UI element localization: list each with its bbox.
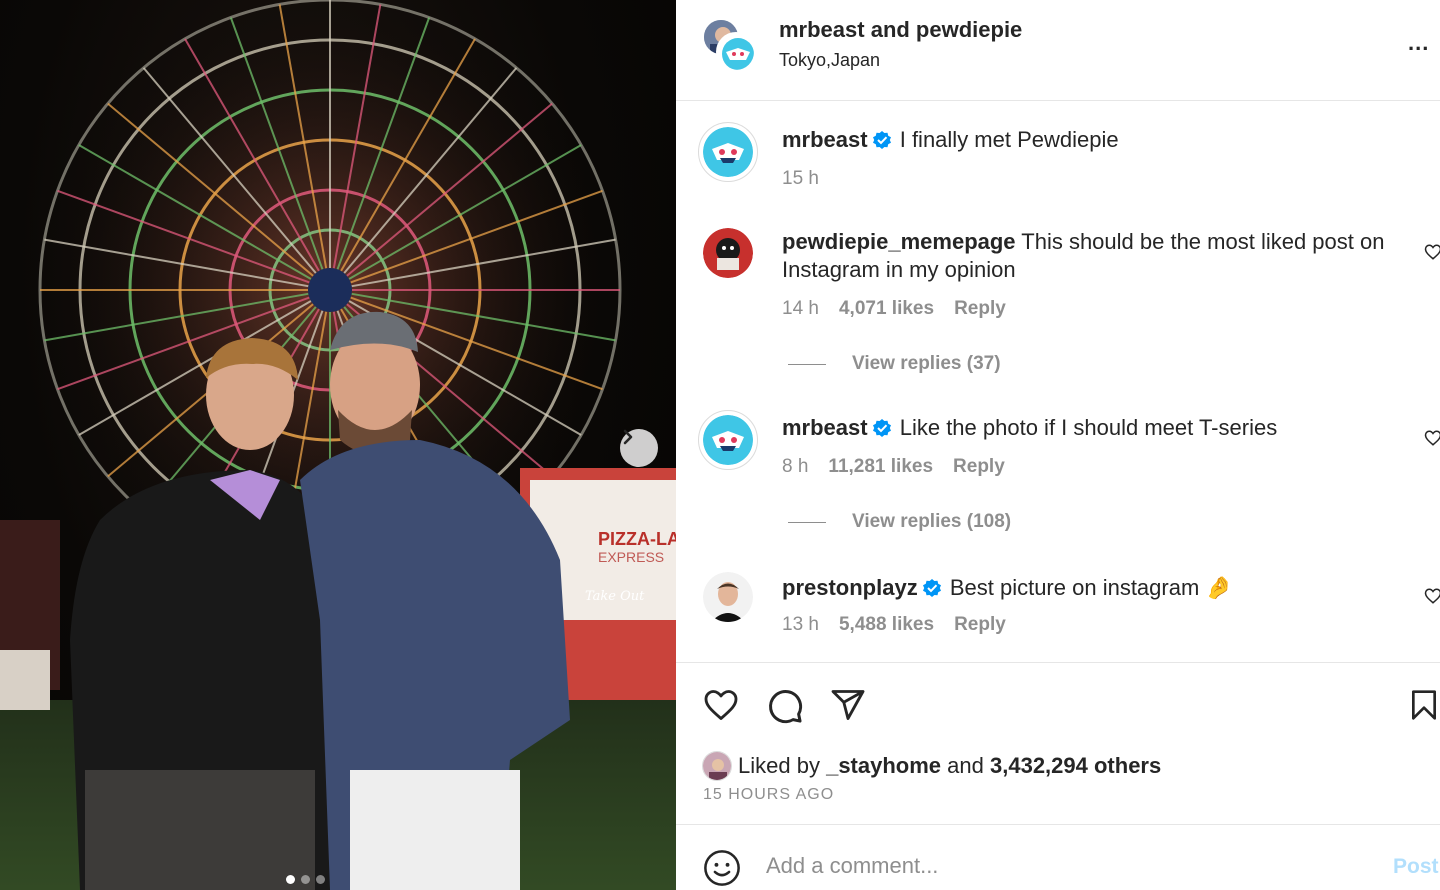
view-replies-label: View replies (108) xyxy=(852,511,1012,532)
photo-scene: PIZZA-LA EXPRESS Take Out xyxy=(0,0,676,890)
comment-likes[interactable]: 4,071 likes xyxy=(839,298,934,320)
carousel-dot[interactable] xyxy=(316,875,325,884)
post-title[interactable]: mrbeast and pewdiepie xyxy=(779,17,1022,43)
caption-username[interactable]: mrbeast xyxy=(782,127,868,152)
sign-text: PIZZA-LA xyxy=(598,529,676,549)
comment-likes[interactable]: 5,488 likes xyxy=(839,614,934,636)
verified-icon xyxy=(872,419,891,437)
comment-text-block: prestonplayz Best picture on instagram 🤌 xyxy=(782,574,1392,602)
view-replies-button[interactable]: View replies (108) xyxy=(788,511,1011,533)
comment-username[interactable]: pewdiepie_memepage xyxy=(782,229,1016,254)
bookmark-icon[interactable] xyxy=(1408,687,1440,723)
avatar[interactable] xyxy=(698,122,758,182)
comment-input[interactable] xyxy=(766,853,1366,879)
liked-by-user[interactable]: _stayhome xyxy=(826,753,941,779)
comment-item: prestonplayz Best picture on instagram 🤌… xyxy=(676,572,1440,652)
verified-icon xyxy=(872,131,891,149)
post-location[interactable]: Tokyo,Japan xyxy=(779,50,880,71)
comment-meta: 13 h 5,488 likes Reply xyxy=(782,614,1006,636)
caption-time[interactable]: 15 h xyxy=(782,168,819,190)
carousel-dot[interactable] xyxy=(301,875,310,884)
comment-time[interactable]: 8 h xyxy=(782,456,808,478)
comment-meta: 8 h 11,281 likes Reply xyxy=(782,456,1005,478)
comment-time[interactable]: 13 h xyxy=(782,614,819,636)
reply-button[interactable]: Reply xyxy=(954,614,1006,636)
verified-icon xyxy=(922,579,941,597)
chevron-right-icon xyxy=(623,429,633,445)
like-comment-heart-icon[interactable] xyxy=(1424,243,1440,261)
comment-text-block: mrbeast Like the photo if I should meet … xyxy=(782,414,1392,442)
comment-item: mrbeast Like the photo if I should meet … xyxy=(676,408,1440,568)
post-header: mrbeast and pewdiepie Tokyo,Japan ... xyxy=(676,0,1440,101)
reply-button[interactable]: Reply xyxy=(954,298,1006,320)
avatar[interactable] xyxy=(702,751,732,781)
comment-likes[interactable]: 11,281 likes xyxy=(828,456,933,478)
comment-username[interactable]: mrbeast xyxy=(782,415,868,440)
carousel-dot[interactable] xyxy=(286,875,295,884)
avatar[interactable] xyxy=(698,410,758,470)
liked-by-prefix: Liked by xyxy=(738,753,820,778)
post-actions: Liked by _stayhome and 3,432,294 others … xyxy=(676,662,1440,824)
view-replies-button[interactable]: View replies (37) xyxy=(788,353,1001,375)
avatar[interactable] xyxy=(703,572,753,622)
post-button[interactable]: Post xyxy=(1393,855,1439,879)
carousel-dots xyxy=(286,875,325,884)
post-time[interactable]: 15 HOURS AGO xyxy=(703,786,834,804)
reply-button[interactable]: Reply xyxy=(953,456,1005,478)
sign-takeout: Take Out xyxy=(585,589,645,604)
comment-text: Like the photo if I should meet T-series xyxy=(899,415,1278,440)
liked-by-joiner: and xyxy=(947,753,984,778)
caption-meta: 15 h xyxy=(782,168,819,190)
like-comment-heart-icon[interactable] xyxy=(1424,587,1440,605)
liked-by: Liked by _stayhome and 3,432,294 others xyxy=(702,751,1161,781)
comment-item: pewdiepie_memepage This should be the mo… xyxy=(676,226,1440,386)
post-photo[interactable]: PIZZA-LA EXPRESS Take Out xyxy=(0,0,676,890)
collab-avatar[interactable] xyxy=(702,18,756,72)
like-comment-heart-icon[interactable] xyxy=(1424,429,1440,447)
liked-by-others[interactable]: 3,432,294 others xyxy=(990,753,1161,779)
caption-text: I finally met Pewdiepie xyxy=(899,127,1119,152)
add-comment-bar: Post xyxy=(676,824,1440,890)
post-caption: mrbeast I finally met Pewdiepie 15 h xyxy=(676,120,1440,210)
divider xyxy=(788,521,826,523)
avatar xyxy=(716,32,756,72)
comment-time[interactable]: 14 h xyxy=(782,298,819,320)
next-photo-button[interactable] xyxy=(620,429,658,467)
emoji-icon[interactable] xyxy=(703,849,741,887)
comment-text-block: pewdiepie_memepage This should be the mo… xyxy=(782,228,1392,284)
post-details-panel: mrbeast and pewdiepie Tokyo,Japan ... mr… xyxy=(676,0,1440,890)
divider xyxy=(788,363,826,365)
comment-icon[interactable] xyxy=(766,687,804,725)
comment-username[interactable]: prestonplayz xyxy=(782,575,918,600)
sign-subtext: EXPRESS xyxy=(598,549,664,565)
heart-icon[interactable] xyxy=(702,687,740,723)
more-options-button[interactable]: ... xyxy=(1408,30,1429,56)
share-icon[interactable] xyxy=(829,687,867,723)
more-icon: ... xyxy=(1408,30,1430,55)
avatar[interactable] xyxy=(703,228,753,278)
comment-meta: 14 h 4,071 likes Reply xyxy=(782,298,1006,320)
caption-text-line: mrbeast I finally met Pewdiepie xyxy=(782,126,1392,154)
view-replies-label: View replies (37) xyxy=(852,353,1001,374)
comment-text: Best picture on instagram 🤌 xyxy=(949,575,1233,600)
